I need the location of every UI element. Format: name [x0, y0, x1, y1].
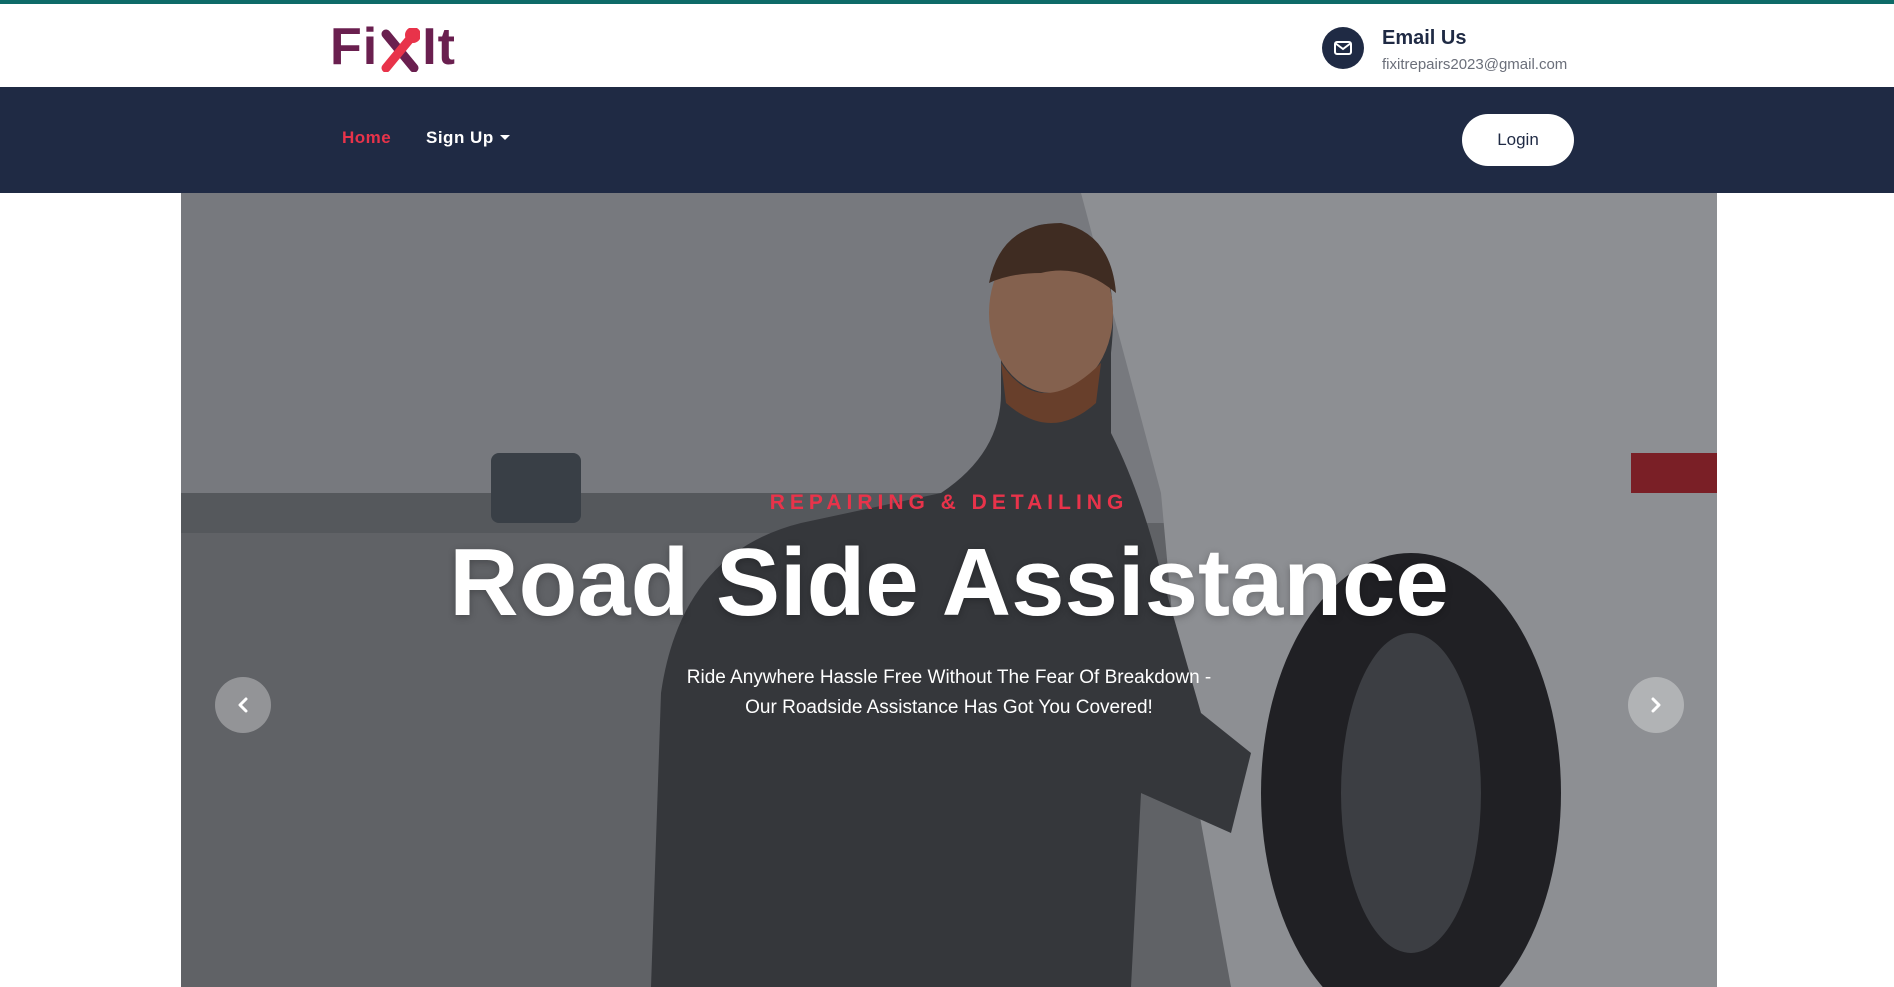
tools-x-icon [380, 25, 422, 73]
nav-signup-label: Sign Up [426, 128, 494, 147]
hero-title: Road Side Assistance [449, 529, 1449, 636]
login-button[interactable]: Login [1462, 114, 1574, 166]
logo-text-left: Fi [330, 18, 379, 76]
top-header: Fi It Email Us fixitrepairs2023@gmail.co… [0, 4, 1894, 87]
logo-text-right: It [422, 18, 456, 76]
hero-kicker: REPAIRING & DETAILING [769, 491, 1129, 514]
envelope-icon [1322, 27, 1364, 69]
nav-signup-dropdown[interactable]: Sign Up [426, 128, 510, 148]
hero-subtitle: Ride Anywhere Hassle Free Without The Fe… [181, 663, 1717, 723]
nav-home-link[interactable]: Home [342, 128, 391, 148]
chevron-left-icon [238, 697, 248, 713]
hero-subtitle-line1: Ride Anywhere Hassle Free Without The Fe… [686, 667, 1212, 688]
carousel-next-button[interactable] [1628, 677, 1684, 733]
hero-carousel: REPAIRING & DETAILING Road Side Assistan… [181, 193, 1717, 987]
brand-logo[interactable]: Fi It [330, 18, 456, 76]
main-navbar: Home Sign Up Login [0, 87, 1894, 193]
caret-down-icon [499, 134, 510, 140]
email-address[interactable]: fixitrepairs2023@gmail.com [1382, 56, 1567, 74]
page: Fi It Email Us fixitrepairs2023@gmail.co… [0, 0, 1894, 987]
email-contact: Email Us fixitrepairs2023@gmail.com [1322, 26, 1567, 74]
email-label: Email Us [1382, 27, 1467, 49]
hero-subtitle-line2: Our Roadside Assistance Has Got You Cove… [745, 697, 1153, 718]
chevron-right-icon [1651, 697, 1661, 713]
carousel-prev-button[interactable] [215, 677, 271, 733]
